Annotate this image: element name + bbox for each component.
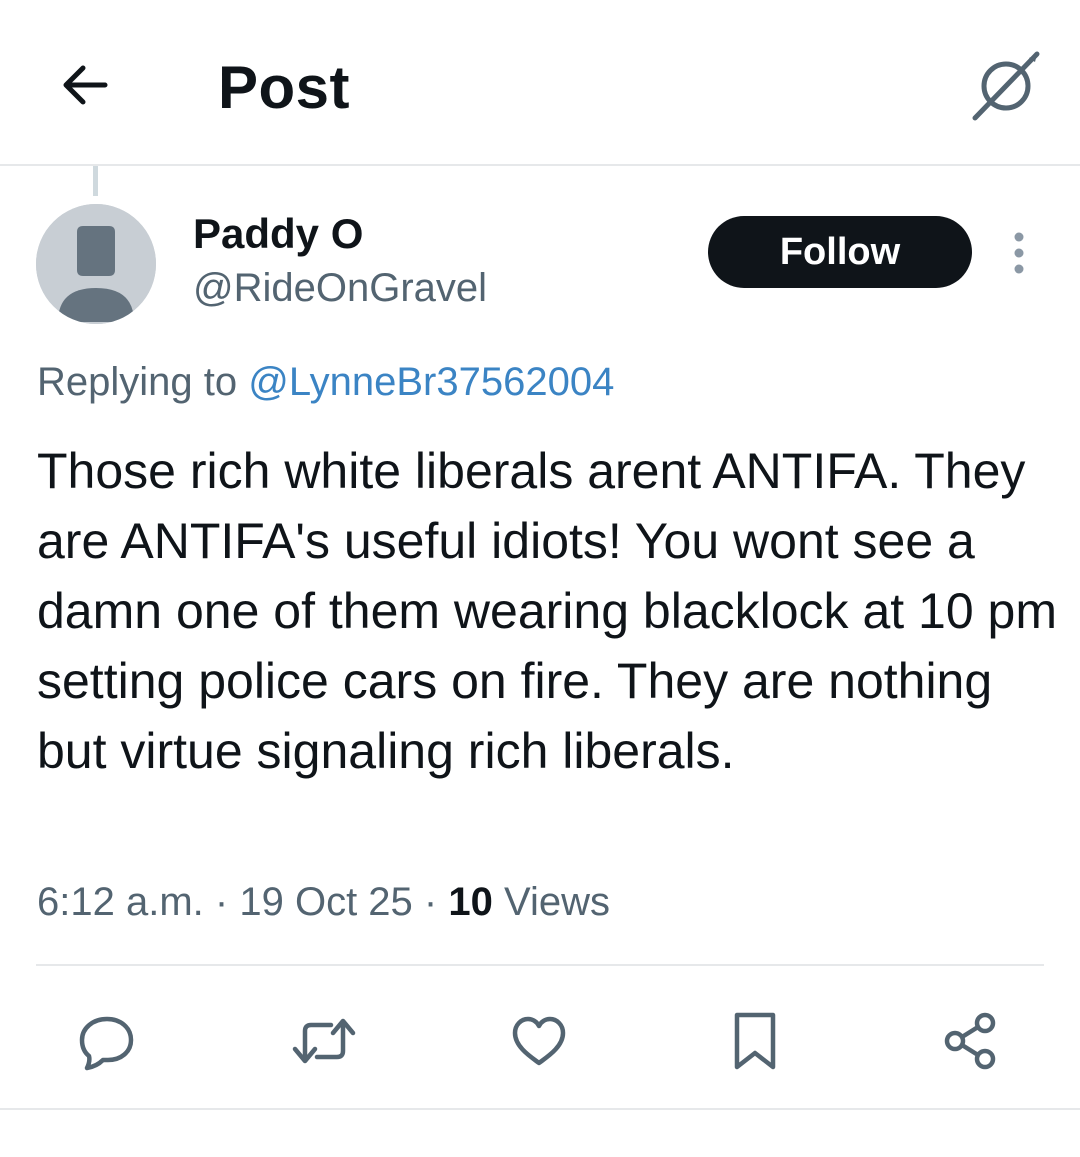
reply-button[interactable] xyxy=(66,1000,148,1082)
avatar[interactable] xyxy=(36,204,156,324)
bottom-divider xyxy=(0,1108,1080,1110)
follow-button[interactable]: Follow xyxy=(708,216,972,288)
replying-mention-link[interactable]: @LynneBr37562004 xyxy=(248,360,614,404)
author-name[interactable]: Paddy O xyxy=(193,208,363,260)
post-date[interactable]: 19 Oct 25 xyxy=(239,880,412,924)
post-time[interactable]: 6:12 a.m. xyxy=(37,880,204,924)
bookmark-icon xyxy=(734,1012,776,1070)
share-icon xyxy=(944,1012,996,1070)
reply-icon xyxy=(79,1016,134,1071)
share-button[interactable] xyxy=(930,1000,1012,1082)
grok-button[interactable] xyxy=(966,45,1046,125)
views-label: Views xyxy=(503,880,610,924)
like-button[interactable] xyxy=(498,1000,580,1082)
post-meta: 6:12 a.m. · 19 Oct 25 · 10 Views xyxy=(37,876,610,928)
page-title: Post xyxy=(218,54,351,121)
author-handle[interactable]: @RideOnGravel xyxy=(193,262,487,314)
like-icon xyxy=(512,1016,566,1066)
more-vertical-icon xyxy=(1014,232,1024,274)
repost-button[interactable] xyxy=(283,1000,365,1082)
replying-prefix: Replying to xyxy=(37,360,238,404)
bookmark-button[interactable] xyxy=(714,1000,796,1082)
thread-connector-line xyxy=(93,166,98,196)
arrow-left-icon xyxy=(63,65,108,105)
back-button[interactable] xyxy=(50,50,120,120)
grok-icon xyxy=(972,51,1040,121)
post-body-text: Those rich white liberals arent ANTIFA. … xyxy=(37,443,1057,779)
default-avatar-icon xyxy=(36,204,156,324)
meta-separator: · xyxy=(423,880,438,924)
repost-icon xyxy=(292,1018,356,1064)
app-header: Post xyxy=(0,0,1080,166)
divider xyxy=(36,964,1044,966)
views-count: 10 xyxy=(448,880,493,924)
action-bar xyxy=(0,1000,1080,1082)
more-options-button[interactable] xyxy=(996,226,1042,280)
meta-separator: · xyxy=(214,880,229,924)
replying-to: Replying to @LynneBr37562004 xyxy=(37,356,614,408)
